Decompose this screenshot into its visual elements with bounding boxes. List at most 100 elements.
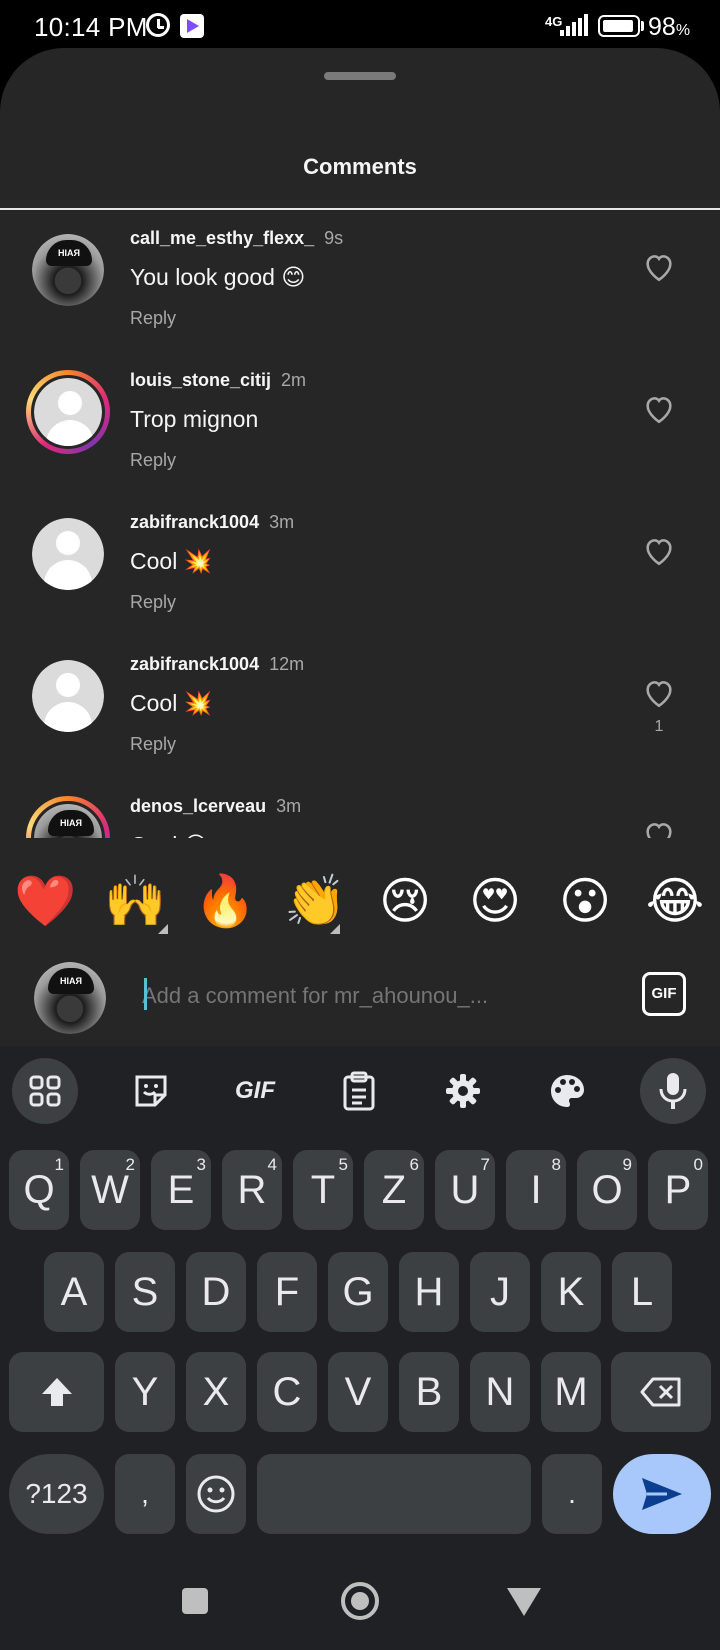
key-s[interactable]: S [115, 1252, 175, 1332]
comment-username[interactable]: call_me_esthy_flexx_ 9s [130, 228, 343, 249]
key-j[interactable]: J [470, 1252, 530, 1332]
comment-row[interactable]: zabifranck1004 3m Cool 💥 Reply [0, 494, 720, 636]
emoji-key[interactable] [186, 1454, 246, 1534]
key-c[interactable]: C [257, 1352, 317, 1432]
comment-time: 2m [281, 370, 307, 390]
heart-icon[interactable] [642, 818, 676, 838]
heart-icon[interactable] [642, 534, 676, 568]
comment-username[interactable]: zabifranck1004 12m [130, 654, 304, 675]
reply-button[interactable]: Reply [130, 450, 176, 471]
comment-text: Trop mignon [130, 406, 259, 432]
text-cursor [144, 978, 147, 1010]
apps-grid-icon[interactable] [12, 1058, 78, 1124]
comment-row[interactable]: zabifranck1004 12m Cool 💥 Reply 1 [0, 636, 720, 778]
key-i[interactable]: I8 [506, 1150, 566, 1230]
key-u[interactable]: U7 [435, 1150, 495, 1230]
avatar[interactable]: RAIH [26, 796, 110, 838]
signal-icon [560, 14, 588, 36]
clipboard-icon[interactable] [326, 1058, 392, 1124]
reaction-emoji[interactable]: 😂 [644, 870, 706, 932]
theme-palette-icon[interactable] [534, 1058, 600, 1124]
quick-reactions-bar: ❤️ 🙌 🔥 👏 😢 😍 😮 😂 [0, 856, 720, 946]
comment-row[interactable]: RAIH denos_lcerveau3m Cool 😊 Reply [0, 778, 720, 838]
key-h[interactable]: H [399, 1252, 459, 1332]
heart-icon[interactable] [642, 250, 676, 284]
key-w[interactable]: W2 [80, 1150, 140, 1230]
send-button[interactable] [613, 1454, 711, 1534]
sticker-icon[interactable] [118, 1058, 184, 1124]
keyboard: GIF Q1W2E3R4T5Z6U7I8O9P0 ASDFGHJKL YXCVBNM… [0, 1046, 720, 1546]
microphone-icon[interactable] [640, 1058, 706, 1124]
home-circle-icon[interactable] [341, 1582, 379, 1620]
back-triangle-icon[interactable] [507, 1588, 541, 1616]
reply-button[interactable]: Reply [130, 308, 176, 329]
key-y[interactable]: Y [115, 1352, 175, 1432]
reaction-emoji[interactable]: 😮 [554, 870, 616, 932]
key-a[interactable]: A [44, 1252, 104, 1332]
space-bar[interactable] [257, 1454, 531, 1534]
key-r[interactable]: R4 [222, 1150, 282, 1230]
key-o[interactable]: O9 [577, 1150, 637, 1230]
reaction-emoji[interactable]: ❤️ [14, 870, 76, 932]
settings-gear-icon[interactable] [430, 1058, 496, 1124]
battery-percent: 98% [648, 13, 691, 41]
comment-row[interactable]: louis_stone_citij 2m Trop mignon Reply [0, 352, 720, 494]
key-n[interactable]: N [470, 1352, 530, 1432]
comment-time: 9s [324, 228, 344, 248]
comment-username[interactable]: louis_stone_citij 2m [130, 370, 306, 391]
key-x[interactable]: X [186, 1352, 246, 1432]
reaction-emoji[interactable]: 😍 [464, 870, 526, 932]
key-k[interactable]: K [541, 1252, 601, 1332]
reaction-emoji[interactable]: 🔥 [194, 870, 256, 932]
key-g[interactable]: G [328, 1252, 388, 1332]
comment-text: Cool 😊 [130, 832, 208, 838]
comment-username[interactable]: denos_lcerveau 3m [130, 796, 301, 817]
backspace-key[interactable] [611, 1352, 711, 1432]
avatar[interactable] [26, 512, 110, 596]
comma-key[interactable]: , [115, 1454, 175, 1534]
avatar[interactable]: RAIH [26, 228, 110, 312]
reply-button[interactable]: Reply [130, 734, 176, 755]
sheet-title: Comments [303, 154, 417, 179]
play-store-icon [180, 14, 204, 38]
key-d[interactable]: D [186, 1252, 246, 1332]
comment-time: 12m [269, 654, 305, 674]
shift-key[interactable] [9, 1352, 104, 1432]
keyboard-toolbar: GIF [0, 1046, 720, 1136]
key-f[interactable]: F [257, 1252, 317, 1332]
avatar[interactable] [26, 370, 110, 454]
heart-icon[interactable] [642, 392, 676, 426]
recents-square-icon[interactable] [182, 1588, 208, 1614]
key-q[interactable]: Q1 [9, 1150, 69, 1230]
reaction-emoji[interactable]: 🙌 [104, 870, 166, 932]
comment-username[interactable]: zabifranck1004 3m [130, 512, 294, 533]
key-v[interactable]: V [328, 1352, 388, 1432]
navigation-bar [0, 1546, 720, 1650]
key-m[interactable]: M [541, 1352, 601, 1432]
key-b[interactable]: B [399, 1352, 459, 1432]
comment-input[interactable] [142, 976, 602, 1016]
key-e[interactable]: E3 [151, 1150, 211, 1230]
key-t[interactable]: T5 [293, 1150, 353, 1230]
key-p[interactable]: P0 [648, 1150, 708, 1230]
more-variants-indicator [158, 924, 168, 934]
reply-button[interactable]: Reply [130, 592, 176, 613]
battery-icon [598, 15, 640, 37]
like-count: 1 [654, 718, 664, 735]
drag-handle[interactable] [324, 72, 396, 80]
gif-button[interactable]: GIF [642, 972, 686, 1016]
comments-list[interactable]: RAIH call_me_esthy_flexx_ 9s You look goo… [0, 210, 720, 838]
key-l[interactable]: L [612, 1252, 672, 1332]
symbols-key[interactable]: ?123 [9, 1454, 104, 1534]
reaction-emoji[interactable]: 👏 [284, 870, 346, 932]
reaction-emoji[interactable]: 😢 [374, 870, 436, 932]
heart-icon[interactable] [642, 676, 676, 710]
comment-text: You look good 😊 [130, 264, 306, 290]
gif-icon[interactable]: GIF [222, 1058, 288, 1124]
comment-row[interactable]: RAIH call_me_esthy_flexx_ 9s You look goo… [0, 210, 720, 352]
status-time: 10:14 PM [34, 12, 148, 42]
avatar[interactable] [26, 654, 110, 738]
comment-composer: RAIH GIF [0, 946, 720, 1046]
key-z[interactable]: Z6 [364, 1150, 424, 1230]
period-key[interactable]: . [542, 1454, 602, 1534]
